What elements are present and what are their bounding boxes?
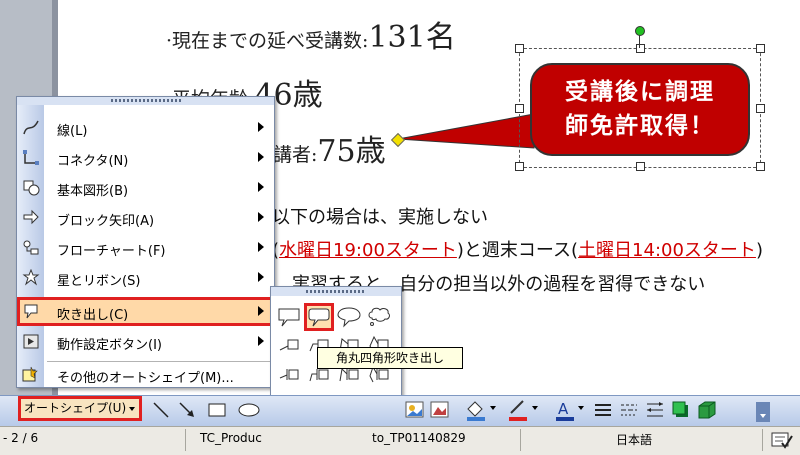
line-style-icon[interactable] <box>592 399 614 421</box>
dash-style-icon[interactable] <box>618 399 640 421</box>
fill-color-icon[interactable] <box>464 399 488 421</box>
oval-callout-icon[interactable] <box>337 306 361 328</box>
callout-shape[interactable]: 受講後に調理 師免許取得！ <box>530 63 750 156</box>
status-template-name: TC_Produc <box>200 431 262 445</box>
line-icon <box>23 120 39 135</box>
line-color-icon[interactable] <box>506 399 530 421</box>
status-template-id: to_TP01140829 <box>372 431 466 445</box>
toolbar-options-icon[interactable] <box>756 402 770 424</box>
font-color-dropdown-icon[interactable] <box>578 406 584 410</box>
svg-text:A: A <box>558 400 569 418</box>
resize-handle-r[interactable] <box>756 104 765 113</box>
line-tool-icon[interactable] <box>150 399 172 421</box>
callouts-icon <box>24 304 38 319</box>
rectangular-callout-icon[interactable] <box>277 306 301 328</box>
3d-style-icon[interactable] <box>696 399 718 421</box>
submenu-arrow <box>258 152 264 162</box>
block-arrows-icon <box>23 209 39 225</box>
font-color-icon[interactable]: A <box>554 399 576 421</box>
chevron-down-icon <box>129 406 136 411</box>
menu-separator <box>47 361 271 362</box>
accent-callout-1-icon[interactable] <box>277 364 301 386</box>
doc-line-oldest: 講者:75歳 <box>273 134 386 169</box>
status-separator <box>762 429 763 451</box>
status-language: 日本語 <box>616 433 653 447</box>
shadow-style-icon[interactable] <box>670 399 692 421</box>
doc-line-condition: 以下の場合は、実施しない <box>272 207 488 228</box>
submenu-arrow <box>258 242 264 252</box>
action-buttons-icon <box>23 334 39 349</box>
rounded-rectangular-callout-icon[interactable] <box>304 303 334 331</box>
menu-item-flowchart[interactable]: フローチャート(F) <box>17 233 274 262</box>
stars-ribbons-icon <box>22 269 40 286</box>
autoshape-menu: 線(L) コネクタ(N) 基本図形(B) ブロック矢印(A) フローチャート(F… <box>16 96 275 388</box>
submenu-arrow <box>258 212 264 222</box>
submenu-drag-grip[interactable] <box>271 287 401 296</box>
menu-item-action-buttons[interactable]: 動作設定ボタン(I) <box>17 327 274 356</box>
menu-item-basic-shapes[interactable]: 基本図形(B) <box>17 173 274 202</box>
insert-image-icon[interactable] <box>429 399 451 421</box>
submenu-arrow <box>258 182 264 192</box>
menu-item-more-autoshapes[interactable]: その他のオートシェイプ(M)... <box>17 363 274 387</box>
rotation-handle[interactable] <box>635 26 645 36</box>
connector-icon <box>23 150 39 165</box>
rectangle-tool-icon[interactable] <box>206 399 228 421</box>
cloud-callout-icon[interactable] <box>367 306 391 328</box>
arrow-tool-icon[interactable] <box>176 399 198 421</box>
oval-tool-icon[interactable] <box>236 399 262 421</box>
basic-shapes-icon <box>23 180 40 196</box>
resize-handle-tl[interactable] <box>515 44 524 53</box>
doc-line-courses: (水曜日19:00スタート)と週末コース(土曜日14:00スタート) <box>272 240 763 261</box>
submenu-arrow <box>258 336 264 346</box>
tooltip: 角丸四角形吹き出し <box>317 347 463 369</box>
status-page-number: - 2 / 6 <box>3 431 39 445</box>
resize-handle-tr[interactable] <box>756 44 765 53</box>
callout-text-line2: 師免許取得！ <box>565 113 715 139</box>
more-autoshapes-icon <box>22 366 38 382</box>
spellcheck-status-icon[interactable] <box>770 430 794 450</box>
menu-item-stars-ribbons[interactable]: 星とリボン(S) <box>17 263 274 292</box>
submenu-arrow <box>258 306 264 316</box>
line-color-dropdown-icon[interactable] <box>532 406 538 410</box>
submenu-arrow <box>258 122 264 132</box>
callout-text-line1: 受講後に調理 <box>565 79 715 105</box>
submenu-arrow <box>258 272 264 282</box>
menu-item-lines[interactable]: 線(L) <box>17 113 274 142</box>
menu-item-connectors[interactable]: コネクタ(N) <box>17 143 274 172</box>
line-callout-1-icon[interactable] <box>277 334 301 356</box>
fill-color-dropdown-icon[interactable] <box>490 406 496 410</box>
resize-handle-b[interactable] <box>636 162 645 171</box>
resize-handle-l[interactable] <box>515 104 524 113</box>
resize-handle-t[interactable] <box>636 44 645 53</box>
resize-handle-bl[interactable] <box>515 162 524 171</box>
resize-handle-br[interactable] <box>756 162 765 171</box>
flowchart-icon <box>23 240 39 255</box>
menu-item-block-arrows[interactable]: ブロック矢印(A) <box>17 203 274 232</box>
autoshape-button[interactable]: オートシェイプ(U) <box>18 396 142 421</box>
doc-line-total-students: ·現在までの延べ受講数:131名 <box>166 20 456 55</box>
menu-drag-grip[interactable] <box>17 97 274 105</box>
arrow-style-icon[interactable] <box>644 399 666 421</box>
status-separator <box>185 429 186 451</box>
status-separator <box>520 429 521 451</box>
insert-picture-icon[interactable] <box>404 399 426 421</box>
menu-item-callouts[interactable]: 吹き出し(C) <box>17 297 274 326</box>
